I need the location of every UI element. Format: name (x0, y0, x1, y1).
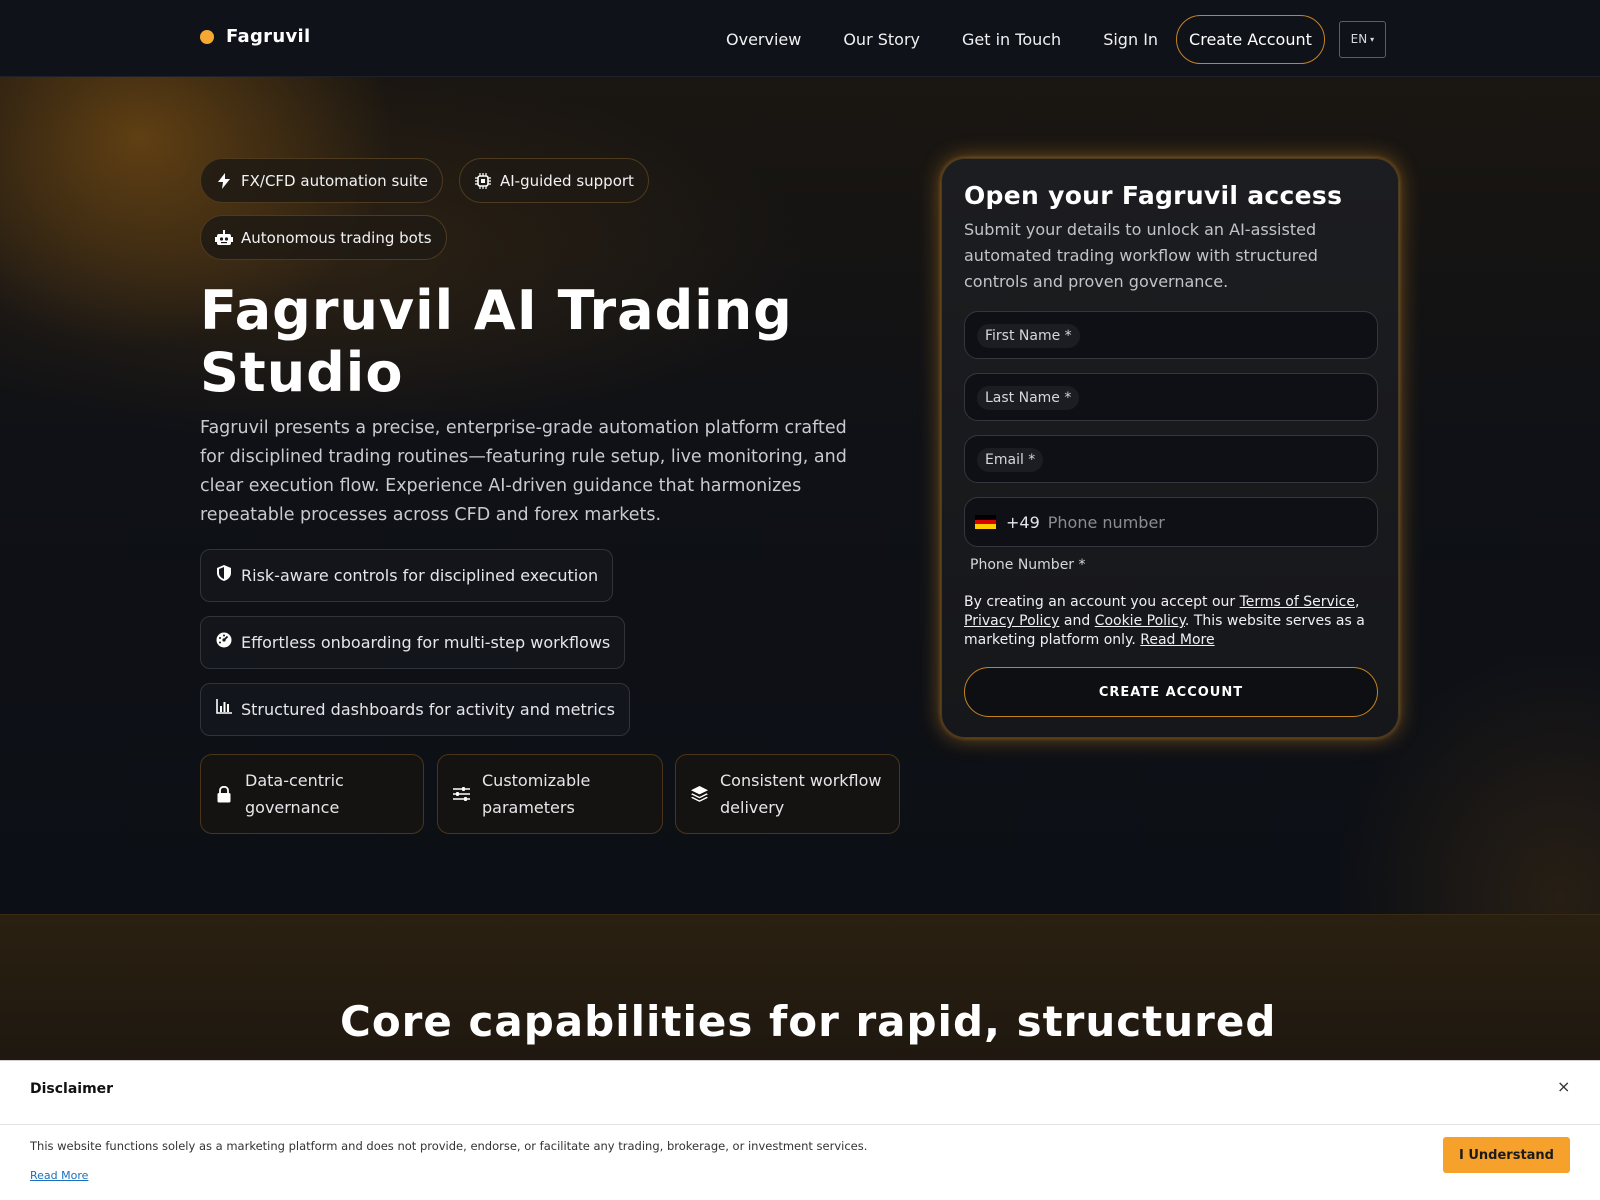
chip-label: AI-guided support (500, 171, 634, 190)
capabilities-title: Core capabilities for rapid, structured (340, 997, 1277, 1046)
chevron-down-icon: ▾ (1370, 34, 1375, 44)
gauge-icon (215, 631, 233, 649)
hero-description: Fagruvil presents a precise, enterprise-… (200, 418, 847, 525)
last-name-field[interactable]: Last Name * (964, 373, 1378, 421)
tile-governance: Data-centric governance (200, 754, 424, 834)
form-subtitle: Submit your details to unlock an AI-assi… (964, 220, 1318, 291)
robot-icon (215, 229, 233, 247)
feature-label: Effortless onboarding for multi-step wor… (241, 633, 611, 652)
chip-ai-support: AI-guided support (459, 158, 649, 203)
email-field[interactable]: Email * (964, 435, 1378, 483)
bar-chart-icon (215, 698, 233, 716)
nav-our-story[interactable]: Our Story (843, 30, 920, 49)
create-account-nav-button[interactable]: Create Account (1176, 14, 1325, 64)
hero-title: Fagruvil AI Trading Studio (200, 279, 793, 404)
phone-country-code[interactable]: +49 (1006, 513, 1040, 532)
i-understand-button[interactable]: I Understand (1443, 1137, 1570, 1173)
last-name-label: Last Name * (977, 386, 1080, 410)
terms-read-more-link[interactable]: Read More (1140, 632, 1214, 648)
chip-icon (474, 172, 492, 190)
create-account-button[interactable]: CREATE ACCOUNT (964, 667, 1378, 717)
terms-and: and (1059, 613, 1095, 629)
shield-icon (215, 564, 233, 582)
disclaimer-banner: Disclaimer × This website functions sole… (0, 1060, 1600, 1200)
main-nav: Overview Our Story Get in Touch Sign In … (726, 14, 1386, 64)
terms-prefix: By creating an account you accept our (964, 594, 1240, 610)
tile-label: Data-centric governance (245, 771, 344, 817)
feature-risk-controls: Risk-aware controls for disciplined exec… (200, 549, 614, 602)
germany-flag-icon[interactable] (975, 515, 996, 530)
feature-label: Risk-aware controls for disciplined exec… (241, 566, 599, 585)
close-icon[interactable]: × (1557, 1077, 1570, 1096)
language-value: EN (1350, 32, 1368, 46)
phone-field[interactable]: +49 Phone number (964, 497, 1378, 547)
tile-label: Customizable parameters (482, 771, 591, 817)
terms-comma: , (1355, 594, 1360, 610)
disclaimer-header: Disclaimer × (0, 1061, 1600, 1125)
lightning-icon (215, 172, 233, 190)
privacy-policy-link[interactable]: Privacy Policy (964, 613, 1059, 629)
first-name-label: First Name * (977, 324, 1080, 348)
language-select[interactable]: EN ▾ (1338, 20, 1386, 58)
chip-label: FX/CFD automation suite (241, 171, 429, 190)
cookie-policy-link[interactable]: Cookie Policy (1095, 613, 1185, 629)
tile-parameters: Customizable parameters (437, 754, 663, 834)
capabilities-section: Core capabilities for rapid, structured (0, 915, 1600, 1060)
sliders-icon (452, 785, 470, 803)
chip-label: Autonomous trading bots (241, 228, 432, 247)
disclaimer-title: Disclaimer (30, 1081, 114, 1097)
logo-dot-icon (200, 29, 214, 44)
disclaimer-read-more-link[interactable]: Read More (30, 1169, 88, 1182)
email-label: Email * (977, 448, 1044, 472)
site-header: Fagruvil Overview Our Story Get in Touch… (0, 0, 1600, 77)
phone-label: Phone Number * (970, 557, 1086, 573)
nav-get-in-touch[interactable]: Get in Touch (962, 30, 1061, 49)
phone-input-placeholder[interactable]: Phone number (1048, 513, 1165, 532)
layers-icon (690, 785, 708, 803)
lock-icon (215, 785, 233, 803)
tile-label: Consistent workflow delivery (720, 771, 882, 817)
chip-trading-bots: Autonomous trading bots (200, 215, 447, 260)
tile-workflow: Consistent workflow delivery (675, 754, 900, 834)
logo-text: Fagruvil (226, 26, 311, 47)
terms-text: By creating an account you accept our Te… (964, 593, 1374, 650)
terms-of-service-link[interactable]: Terms of Service (1240, 594, 1355, 610)
feature-dashboards: Structured dashboards for activity and m… (200, 683, 630, 736)
form-title: Open your Fagruvil access (964, 181, 1343, 210)
chip-fx-cfd: FX/CFD automation suite (200, 158, 444, 203)
feature-onboarding: Effortless onboarding for multi-step wor… (200, 616, 626, 669)
feature-label: Structured dashboards for activity and m… (241, 700, 615, 719)
logo[interactable]: Fagruvil (200, 26, 310, 47)
nav-overview[interactable]: Overview (726, 30, 801, 49)
disclaimer-text: This website functions solely as a marke… (30, 1139, 868, 1153)
nav-sign-in[interactable]: Sign In (1103, 30, 1158, 49)
signup-form-card: Open your Fagruvil access Submit your de… (941, 158, 1399, 738)
first-name-field[interactable]: First Name * (964, 311, 1378, 359)
